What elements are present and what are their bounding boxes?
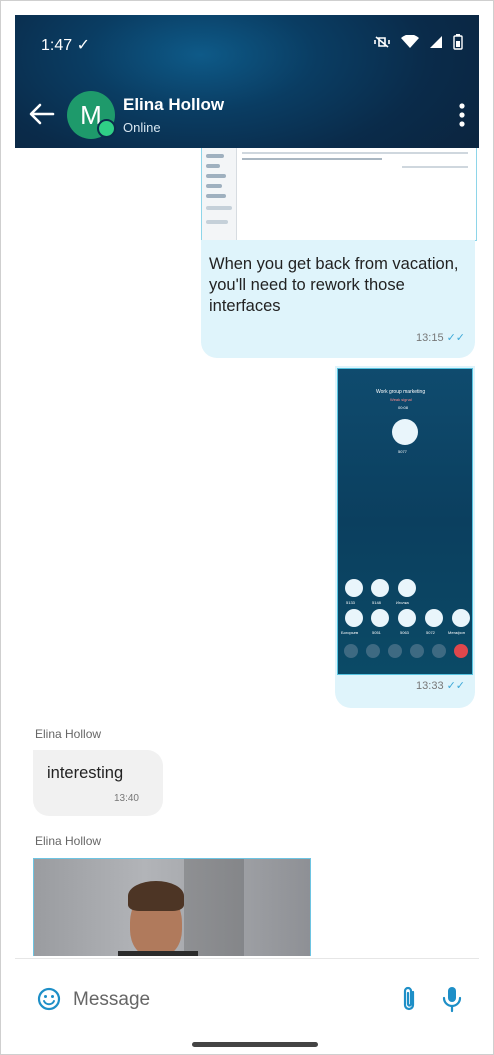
attached-screenshot[interactable]: [201, 148, 477, 241]
status-icons: [373, 34, 463, 50]
call-control-icon: [410, 644, 424, 658]
message-time: 13:40: [113, 793, 139, 804]
chat-header: 1:47 ✓ M Elina Hollow Online: [15, 15, 479, 148]
hangup-icon: [454, 644, 468, 658]
call-control-icon: [432, 644, 446, 658]
read-ticks-icon: ✓✓: [446, 332, 465, 344]
online-indicator: [97, 119, 116, 138]
incoming-message[interactable]: interesting 13:40: [33, 750, 163, 816]
call-control-icon: [366, 644, 380, 658]
microphone-icon[interactable]: [441, 985, 463, 1013]
call-control-icon: [344, 644, 358, 658]
message-list[interactable]: When you get back from vacation, you'll …: [15, 148, 479, 956]
signal-icon: [430, 36, 442, 48]
emoji-icon[interactable]: [37, 987, 61, 1011]
call-count: 5077: [398, 449, 407, 454]
sender-name: Elina Hollow: [35, 834, 102, 848]
call-subtitle: Weak signal: [390, 397, 412, 402]
message-time: 13:15 ✓✓: [416, 332, 465, 344]
message-input[interactable]: [71, 985, 375, 1015]
screenshot-sidebar: [202, 148, 237, 240]
phone-frame: 1:47 ✓ M Elina Hollow Online When you ge…: [0, 0, 494, 1055]
participant-icon: [452, 609, 470, 627]
call-control-icon: [388, 644, 402, 658]
outgoing-image-message[interactable]: Work group marketing Weak signal 00:08 5…: [335, 366, 475, 708]
battery-icon: [453, 34, 463, 50]
participant-icon: [371, 579, 389, 597]
contact-name[interactable]: Elina Hollow: [123, 95, 224, 115]
status-time: 1:47 ✓: [41, 37, 90, 54]
more-options-icon[interactable]: [451, 101, 473, 129]
composer-bar: [15, 958, 479, 1039]
participant-icon: [371, 609, 389, 627]
read-ticks-icon: ✓✓: [446, 680, 465, 692]
participant-icon: [345, 609, 363, 627]
outgoing-message[interactable]: When you get back from vacation, you'll …: [201, 240, 475, 358]
participant-icon: [398, 609, 416, 627]
message-text: interesting: [47, 764, 124, 782]
home-indicator[interactable]: [192, 1042, 318, 1047]
attach-icon[interactable]: [399, 985, 419, 1013]
group-icon: [392, 419, 418, 445]
sender-name: Elina Hollow: [35, 727, 102, 741]
call-title: Work group marketing: [376, 389, 426, 395]
back-arrow-icon[interactable]: [27, 99, 57, 129]
message-time: 13:33 ✓✓: [416, 680, 465, 692]
call-timer: 00:08: [398, 405, 409, 410]
participant-icon: [345, 579, 363, 597]
participant-icon: [398, 579, 416, 597]
wifi-icon: [401, 35, 419, 48]
attached-call-screenshot[interactable]: Work group marketing Weak signal 00:08 5…: [337, 368, 473, 675]
participant-icon: [425, 609, 443, 627]
vibrate-off-icon: [374, 36, 390, 48]
contact-status: Online: [123, 120, 161, 135]
incoming-photo[interactable]: [33, 858, 311, 956]
message-text: When you get back from vacation, you'll …: [209, 255, 459, 315]
